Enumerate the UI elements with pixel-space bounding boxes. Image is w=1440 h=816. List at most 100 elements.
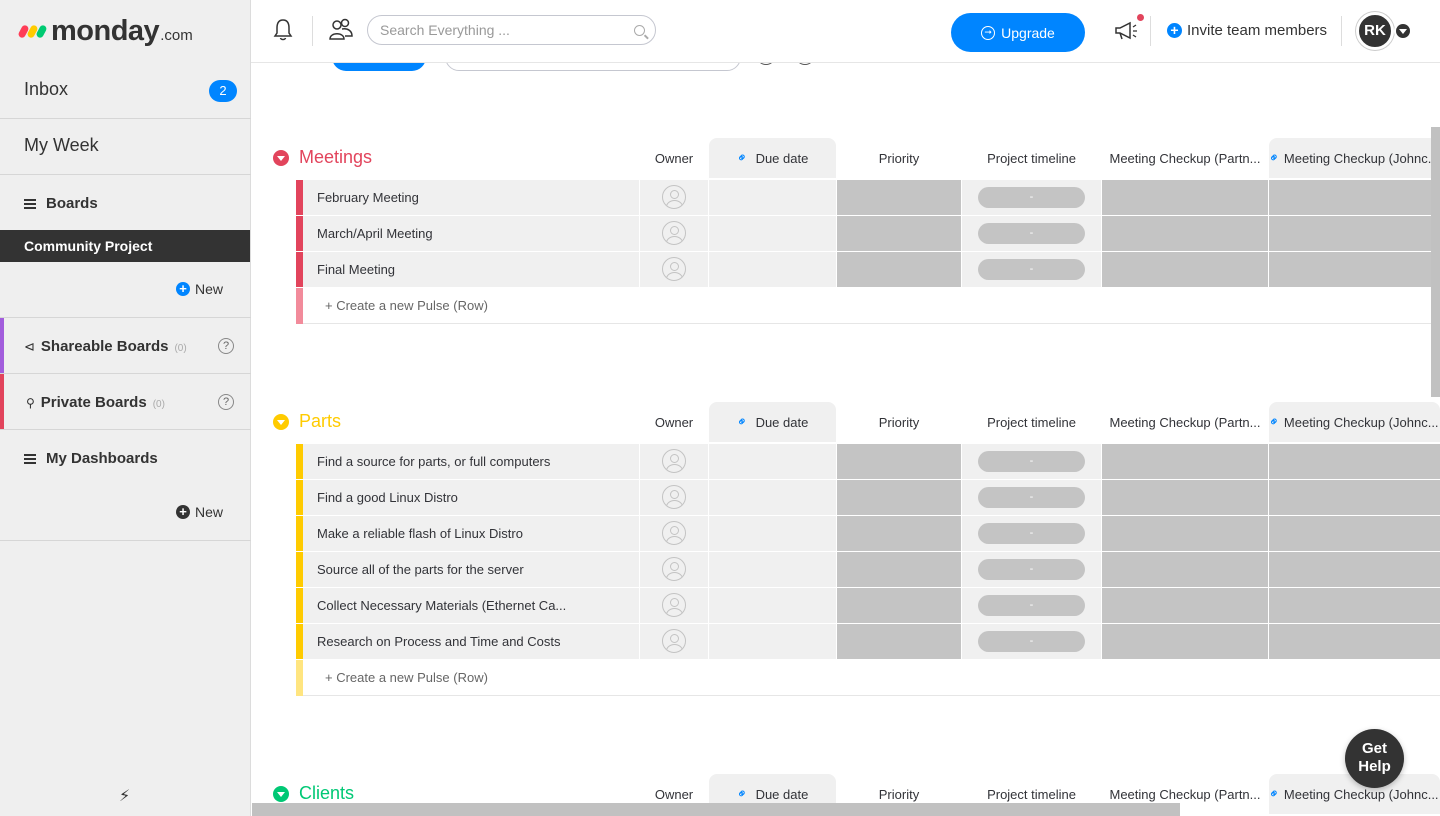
due-date-cell[interactable] (709, 444, 836, 479)
due-date-cell[interactable] (709, 480, 836, 515)
pulse-name-cell[interactable]: Find a good Linux Distro (303, 480, 639, 515)
checkup-partner-cell[interactable] (1102, 216, 1268, 251)
checkup-john-cell[interactable] (1269, 216, 1440, 251)
owner-cell[interactable] (640, 516, 708, 551)
column-header-owner[interactable]: Owner (640, 402, 708, 442)
checkup-john-cell[interactable] (1269, 480, 1440, 515)
pulse-name-cell[interactable]: Source all of the parts for the server (303, 552, 639, 587)
priority-cell[interactable] (837, 216, 961, 251)
checkup-partner-cell[interactable] (1102, 624, 1268, 659)
priority-cell[interactable] (837, 480, 961, 515)
column-header-due-date[interactable]: ⚭ Due date (709, 402, 836, 442)
table-row[interactable]: March/April Meeting - (252, 216, 1440, 252)
column-header-priority[interactable]: Priority (837, 402, 961, 442)
upgrade-button[interactable]: ➞ Upgrade (951, 13, 1085, 52)
owner-cell[interactable] (640, 624, 708, 659)
boards-header[interactable]: Boards (24, 195, 98, 212)
vertical-scrollbar[interactable] (1431, 127, 1440, 397)
column-header-priority[interactable]: Priority (837, 138, 961, 178)
new-dashboard-button[interactable]: + New (175, 504, 223, 520)
owner-cell[interactable] (640, 180, 708, 215)
group-title[interactable]: Meetings (299, 147, 372, 168)
due-date-cell[interactable] (709, 216, 836, 251)
checkup-john-cell[interactable] (1269, 444, 1440, 479)
checkup-partner-cell[interactable] (1102, 444, 1268, 479)
column-header-checkup-john[interactable]: ⚭ Meeting Checkup (Johnc... (1269, 402, 1440, 442)
due-date-cell[interactable] (709, 252, 836, 287)
monday-logo[interactable]: monday .com (17, 14, 193, 48)
checkup-partner-cell[interactable] (1102, 588, 1268, 623)
owner-cell[interactable] (640, 216, 708, 251)
checkup-partner-cell[interactable] (1102, 516, 1268, 551)
toolbar-icon[interactable] (756, 63, 776, 65)
megaphone-icon[interactable] (1114, 21, 1138, 41)
checkup-john-cell[interactable] (1269, 624, 1440, 659)
checkup-john-cell[interactable] (1269, 180, 1440, 215)
column-header-checkup-partner[interactable]: Meeting Checkup (Partn... (1102, 138, 1268, 178)
horizontal-scrollbar[interactable] (252, 803, 1180, 816)
column-header-due-date[interactable]: ⚭ Due date (709, 138, 836, 178)
help-icon[interactable]: ? (218, 394, 234, 410)
pulse-name-cell[interactable]: February Meeting (303, 180, 639, 215)
board-toolbar-button[interactable] (332, 63, 426, 71)
column-header-timeline[interactable]: Project timeline (962, 138, 1101, 178)
pulse-name-cell[interactable]: Research on Process and Time and Costs (303, 624, 639, 659)
sidebar-item-shareable-boards[interactable]: ⊲ Shareable Boards (0) ? (0, 318, 251, 374)
priority-cell[interactable] (837, 588, 961, 623)
due-date-cell[interactable] (709, 624, 836, 659)
owner-cell[interactable] (640, 588, 708, 623)
toolbar-icon[interactable] (795, 63, 815, 65)
sidebar-item-private-boards[interactable]: ⚲ Private Boards (0) ? (0, 374, 251, 430)
invite-team-button[interactable]: + Invite team members (1167, 22, 1327, 39)
table-row[interactable]: Final Meeting - (252, 252, 1440, 288)
table-row[interactable]: Make a reliable flash of Linux Distro - (252, 516, 1440, 552)
get-help-button[interactable]: Get Help (1345, 729, 1404, 788)
priority-cell[interactable] (837, 180, 961, 215)
sidebar-item-my-week[interactable]: My Week (0, 119, 251, 175)
search-input[interactable]: Search Everything ... (367, 15, 656, 45)
column-header-owner[interactable]: Owner (640, 138, 708, 178)
column-header-checkup-partner[interactable]: Meeting Checkup (Partn... (1102, 402, 1268, 442)
checkup-partner-cell[interactable] (1102, 180, 1268, 215)
checkup-partner-cell[interactable] (1102, 252, 1268, 287)
timeline-cell[interactable]: - (962, 180, 1101, 215)
sidebar-item-community-project[interactable]: Community Project (0, 230, 250, 262)
chevron-down-icon[interactable] (273, 786, 289, 802)
table-row[interactable]: Research on Process and Time and Costs - (252, 624, 1440, 660)
avatar[interactable]: RK (1356, 12, 1394, 50)
help-icon[interactable]: ? (218, 338, 234, 354)
checkup-john-cell[interactable] (1269, 252, 1440, 287)
column-header-checkup-john[interactable]: ⚭ Meeting Checkup (Johnc... (1269, 138, 1440, 178)
chevron-down-icon[interactable] (1394, 22, 1412, 40)
owner-cell[interactable] (640, 552, 708, 587)
checkup-john-cell[interactable] (1269, 588, 1440, 623)
pulse-name-cell[interactable]: March/April Meeting (303, 216, 639, 251)
table-row[interactable]: Find a good Linux Distro - (252, 480, 1440, 516)
bell-icon[interactable] (273, 18, 293, 42)
new-board-button[interactable]: + New (175, 281, 223, 297)
people-icon[interactable] (328, 18, 354, 42)
table-row[interactable]: Source all of the parts for the server - (252, 552, 1440, 588)
timeline-cell[interactable]: - (962, 444, 1101, 479)
group-title[interactable]: Clients (299, 783, 354, 804)
pulse-name-cell[interactable]: Final Meeting (303, 252, 639, 287)
priority-cell[interactable] (837, 552, 961, 587)
checkup-john-cell[interactable] (1269, 552, 1440, 587)
board-search-field[interactable] (445, 63, 741, 71)
owner-cell[interactable] (640, 252, 708, 287)
timeline-cell[interactable]: - (962, 516, 1101, 551)
group-title[interactable]: Parts (299, 411, 341, 432)
priority-cell[interactable] (837, 624, 961, 659)
checkup-john-cell[interactable] (1269, 516, 1440, 551)
chevron-down-icon[interactable] (273, 150, 289, 166)
pulse-name-cell[interactable]: Make a reliable flash of Linux Distro (303, 516, 639, 551)
due-date-cell[interactable] (709, 552, 836, 587)
timeline-cell[interactable]: - (962, 252, 1101, 287)
timeline-cell[interactable]: - (962, 588, 1101, 623)
table-row[interactable]: February Meeting - (252, 180, 1440, 216)
chevron-down-icon[interactable] (273, 414, 289, 430)
due-date-cell[interactable] (709, 180, 836, 215)
dashboards-header[interactable]: My Dashboards (24, 450, 158, 467)
checkup-partner-cell[interactable] (1102, 552, 1268, 587)
column-header-timeline[interactable]: Project timeline (962, 402, 1101, 442)
